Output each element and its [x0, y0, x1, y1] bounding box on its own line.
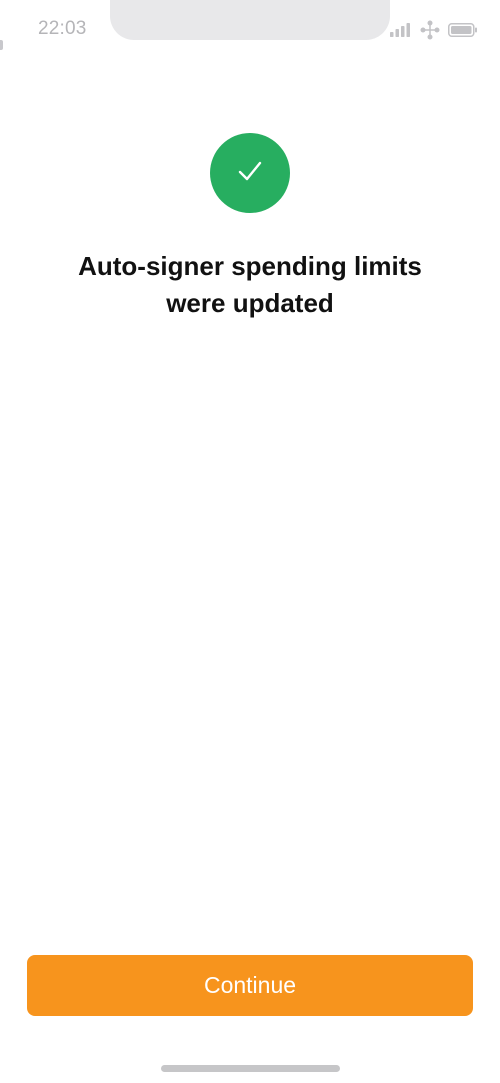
checkmark-icon — [236, 157, 264, 190]
edge-mark — [0, 40, 3, 50]
signal-icon — [390, 23, 412, 42]
page-title: Auto-signer spending limits were updated — [40, 248, 460, 322]
status-bar: 22:03 — [0, 0, 500, 60]
title-line-1: Auto-signer spending limits — [78, 251, 422, 281]
battery-icon — [448, 23, 478, 42]
home-indicator — [161, 1065, 340, 1072]
status-icons — [390, 20, 478, 45]
notch — [110, 0, 390, 40]
success-badge — [210, 133, 290, 213]
continue-button[interactable]: Continue — [27, 955, 473, 1016]
status-time: 22:03 — [38, 18, 87, 39]
title-line-2: were updated — [166, 288, 334, 318]
network-icon — [420, 20, 440, 45]
